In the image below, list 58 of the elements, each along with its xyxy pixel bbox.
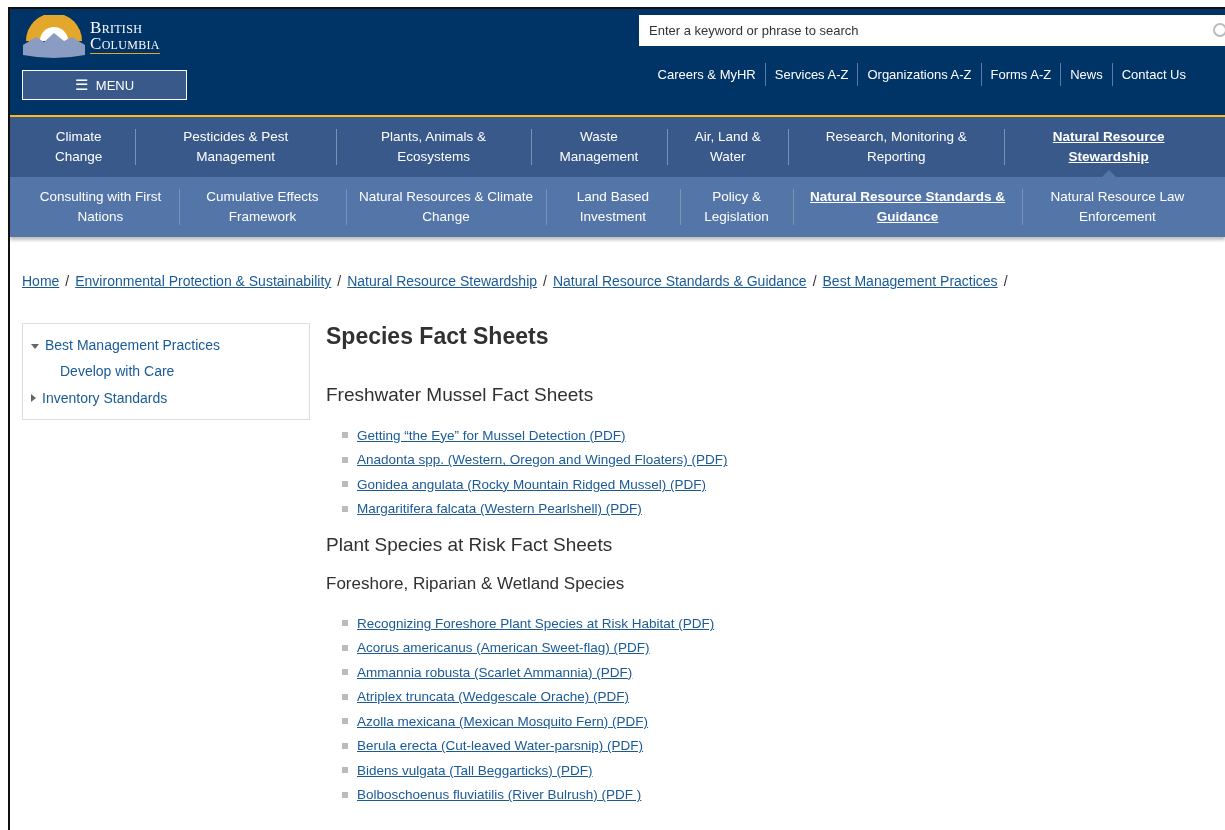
bullet-icon	[342, 767, 348, 774]
sun-mountains-icon	[22, 15, 86, 59]
breadcrumb-link[interactable]: Home	[22, 273, 60, 289]
breadcrumb-link[interactable]: Best Management Practices	[822, 273, 998, 289]
expand-triangle-icon[interactable]	[31, 393, 36, 402]
bullet-icon	[342, 718, 348, 725]
search-field[interactable]: Enter a keyword or phrase to search	[639, 15, 1225, 46]
section-heading: Plant Species at Risk Fact Sheets	[326, 533, 614, 557]
nav-link[interactable]: Contact Us	[1111, 63, 1195, 86]
bullet-icon	[342, 693, 348, 700]
pdf-link[interactable]: Bidens vulgata (Tall Beggarticks) (PDF)	[357, 762, 593, 778]
logo[interactable]: British Columbia	[22, 14, 186, 60]
pdf-link[interactable]: Gonidea angulata (Rocky Mountain Ridged Mussel) (PDF)	[357, 476, 706, 492]
nav-link[interactable]: Services A-Z	[764, 63, 858, 86]
pdf-link[interactable]: Getting “the Eye” for Mussel Detection (PDF)	[357, 427, 626, 443]
bullet-icon	[342, 481, 348, 488]
pdf-link[interactable]: Anadonta spp. (Western, Oregon and Winged Floaters) (PDF)	[357, 452, 728, 468]
logo-text: Columbia	[90, 36, 160, 52]
bullet-icon	[342, 669, 348, 676]
page-title: Species Fact Sheets	[326, 323, 550, 349]
breadcrumb-separator: /	[65, 273, 70, 289]
nav-tab[interactable]: Climate Change	[22, 117, 136, 177]
bullet-icon	[342, 432, 348, 439]
nav-link[interactable]: Forms A-Z	[980, 63, 1061, 86]
pdf-link[interactable]: Acorus americanus (American Sweet-flag) (PDF)	[357, 640, 650, 656]
pdf-link[interactable]: Recognizing Foreshore Plant Species at Risk Habitat (PDF)	[357, 615, 715, 631]
breadcrumb-link[interactable]: Environmental Protection & Sustainability	[75, 273, 332, 289]
bullet-icon	[342, 742, 348, 749]
bullet-icon	[342, 644, 348, 651]
subsection-heading: Foreshore, Riparian & Wetland Species	[326, 573, 626, 595]
sidebar-link[interactable]: Inventory Standards	[42, 389, 168, 406]
breadcrumb-link[interactable]: Natural Resource Standards & Guidance	[552, 273, 807, 289]
collapse-triangle-icon[interactable]	[31, 344, 39, 350]
pdf-link[interactable]: Azolla mexicana (Mexican Mosquito Fern) (PDF)	[357, 713, 649, 729]
nav-tab[interactable]: Consulting with First Nations	[22, 177, 179, 237]
nav-link[interactable]: News	[1060, 63, 1112, 86]
nav-link[interactable]: Careers & MyHR	[648, 63, 765, 86]
bullet-icon	[342, 620, 348, 627]
pdf-link[interactable]: Berula erecta (Cut-leaved Water-parsnip) (PDF)	[357, 738, 644, 754]
pdf-link[interactable]: Ammannia robusta (Scarlet Ammannia) (PDF)	[357, 664, 633, 680]
section-heading: Freshwater Mussel Fact Sheets	[326, 383, 595, 407]
breadcrumb-link[interactable]: Natural Resource Stewardship	[347, 273, 538, 289]
breadcrumb-separator: /	[337, 273, 342, 289]
breadcrumb-separator: /	[1003, 273, 1008, 289]
pdf-link[interactable]: Bolboschoenus fluviatilis (River Bulrush) (PDF )	[357, 787, 642, 803]
breadcrumb-separator: /	[812, 273, 817, 289]
bullet-icon	[342, 456, 348, 463]
sidebar-link[interactable]: Best Management Practices	[45, 337, 221, 354]
sidebar-link[interactable]: Develop with Care	[60, 363, 175, 380]
breadcrumb-separator: /	[543, 273, 547, 289]
pdf-link[interactable]: Margaritifera falcata (Western Pearlshell) (PDF)	[357, 501, 642, 517]
nav-link[interactable]: Organizations A-Z	[857, 63, 981, 86]
menu-button[interactable]: ☰ MENU	[22, 70, 187, 100]
bullet-icon	[342, 505, 348, 512]
bullet-icon	[342, 791, 348, 798]
search-icon	[1211, 22, 1225, 40]
pdf-link[interactable]: Atriplex truncata (Wedgescale Orache) (PDF)	[357, 689, 630, 705]
logo-text: British	[90, 20, 144, 36]
